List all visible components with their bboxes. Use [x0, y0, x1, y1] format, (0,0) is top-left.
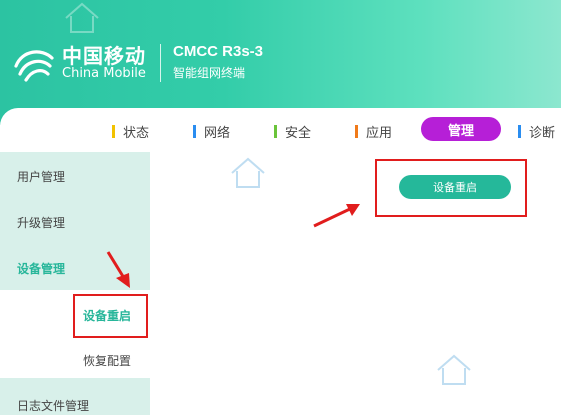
nav-security-label: 安全 [285, 126, 312, 141]
sidebar-item-upgrade-management[interactable]: 升级管理 [17, 214, 65, 231]
sidebar-item-device-management[interactable]: 设备管理 [17, 260, 65, 277]
nav-apps[interactable]: 应用 [355, 122, 392, 141]
nav-network-label: 网络 [204, 126, 231, 141]
brand-divider [160, 44, 161, 82]
sidebar-item-log-file-management[interactable]: 日志文件管理 [17, 397, 89, 414]
nav-status[interactable]: 状态 [112, 122, 149, 141]
device-model: CMCC R3s-3 [173, 43, 264, 60]
nav-diagnosis-label: 诊断 [529, 126, 556, 141]
nav-management[interactable]: 管理 [421, 117, 501, 141]
annotation-arrow-down-icon [106, 251, 130, 288]
nav-security-marker [274, 125, 277, 138]
sidebar-item-user-management[interactable]: 用户管理 [17, 168, 65, 185]
china-mobile-logo-icon [14, 50, 54, 82]
watermark-house-icon [231, 157, 265, 188]
annotation-box-reboot-button [375, 159, 527, 217]
nav-apps-label: 应用 [366, 126, 393, 141]
nav-status-marker [112, 125, 115, 138]
brand-name-en: China Mobile [62, 66, 146, 81]
nav-network[interactable]: 网络 [193, 122, 230, 141]
nav-diagnosis[interactable]: 诊断 [518, 122, 555, 141]
watermark-house-icon-2 [437, 354, 471, 385]
device-subtitle: 智能组网终端 [173, 66, 246, 80]
sidebar-subitem-restore-config[interactable]: 恢复配置 [83, 352, 131, 369]
watermark-house-icon-3 [65, 2, 99, 33]
brand-name-cn: 中国移动 [62, 44, 146, 68]
nav-security[interactable]: 安全 [274, 122, 311, 141]
annotation-arrow-right-icon [313, 204, 360, 228]
nav-apps-marker [355, 125, 358, 138]
annotation-box-reboot-menu [73, 294, 148, 338]
nav-diagnosis-marker [518, 125, 521, 138]
nav-network-marker [193, 125, 196, 138]
nav-status-label: 状态 [123, 126, 150, 141]
